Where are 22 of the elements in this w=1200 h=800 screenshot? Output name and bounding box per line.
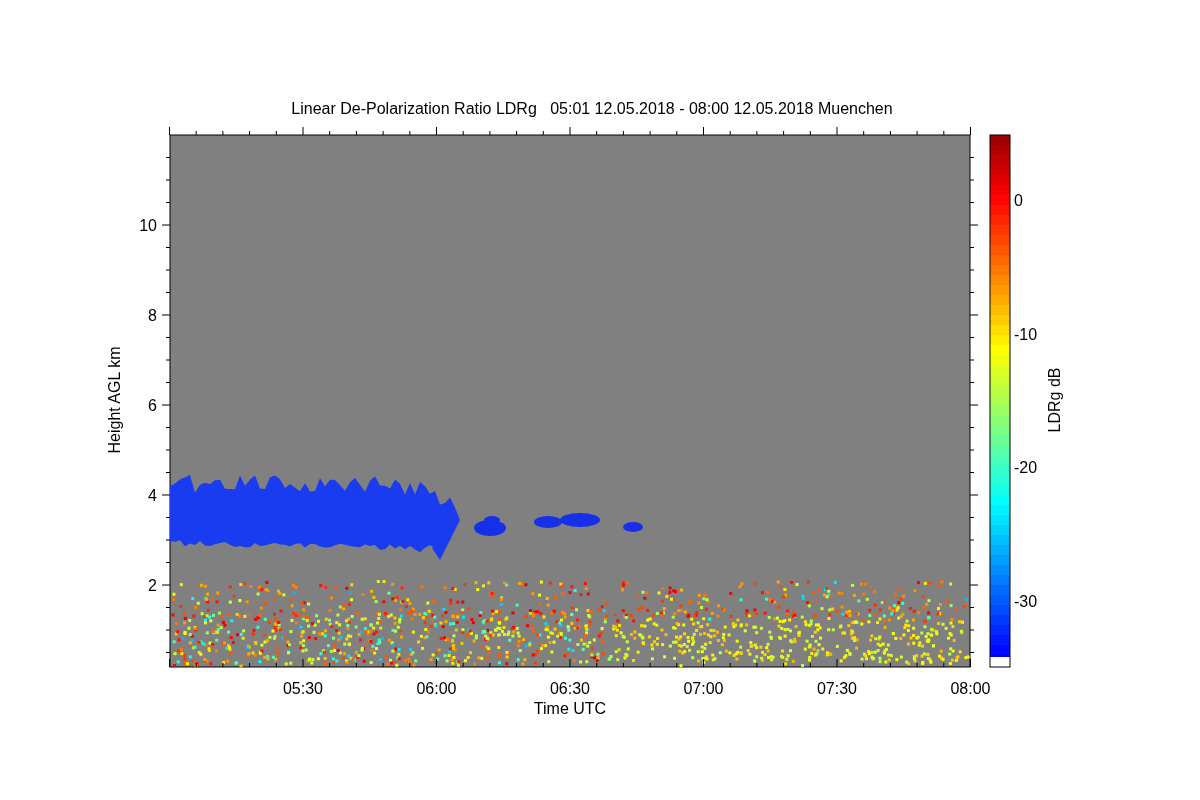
cloud-patch: [534, 516, 562, 528]
colorbar-tick-label: 0: [1014, 192, 1023, 209]
colorbar-tick-label: -10: [1014, 325, 1038, 343]
colorbar-label: LDRg dB: [1046, 367, 1063, 433]
colorbar-tick-label: -30: [1014, 592, 1038, 610]
y-tick-label: 2: [148, 577, 157, 594]
x-tick-label: 08:00: [950, 680, 991, 697]
y-tick-label: 4: [148, 487, 157, 504]
x-tick-label: 07:00: [683, 680, 724, 697]
cloud-patch: [623, 522, 643, 532]
y-tick-label: 10: [139, 217, 157, 234]
y-tick-label: 6: [148, 397, 157, 414]
x-tick-label: 05:30: [283, 680, 323, 697]
x-tick-label: 06:30: [550, 680, 590, 697]
chart-title: Linear De-Polarization Ratio LDRg 05:01 12.05.2018 - 08:00 12.05.2018 Muenchen: [291, 100, 893, 117]
y-axis-label: Height AGL km: [106, 346, 123, 454]
x-axis-label: Time UTC: [533, 700, 607, 717]
y-tick-label: 8: [148, 307, 157, 324]
colorbar-tick-label: -20: [1014, 459, 1038, 476]
x-tick-label: 07:30: [817, 680, 857, 697]
x-tick-label: 06:00: [416, 680, 457, 697]
cloud-patch: [560, 513, 600, 527]
